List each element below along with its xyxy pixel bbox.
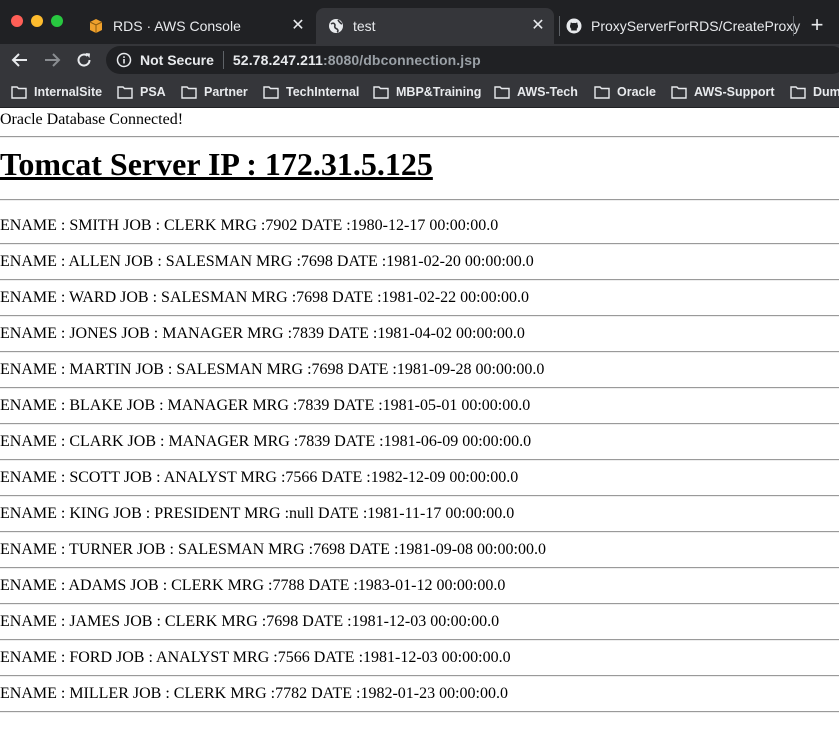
bookmark-label: Dum bbox=[813, 85, 839, 99]
new-tab-button[interactable]: + bbox=[806, 12, 828, 38]
employee-record: ENAME : WARD JOB : SALESMAN MRG :7698 DA… bbox=[0, 289, 530, 306]
aws-box-icon bbox=[88, 18, 104, 34]
connection-status: Oracle Database Connected! bbox=[0, 111, 184, 128]
tab-test[interactable]: test ✕ bbox=[316, 8, 554, 44]
divider bbox=[0, 423, 839, 425]
divider bbox=[0, 639, 839, 641]
close-window-button[interactable] bbox=[11, 15, 23, 27]
bookmark-label: AWS-Tech bbox=[517, 85, 578, 99]
minimize-window-button[interactable] bbox=[31, 15, 43, 27]
folder-icon bbox=[181, 86, 197, 99]
bookmark-label: AWS-Support bbox=[694, 85, 775, 99]
folder-icon bbox=[494, 86, 510, 99]
bookmark-folder[interactable]: Partner bbox=[181, 82, 248, 102]
github-icon bbox=[566, 18, 582, 34]
globe-icon bbox=[328, 18, 344, 34]
tab-title: RDS · AWS Console bbox=[113, 18, 241, 34]
bookmark-label: Partner bbox=[204, 85, 248, 99]
employee-record: ENAME : ADAMS JOB : CLERK MRG :7788 DATE… bbox=[0, 577, 506, 594]
bookmarks-bar: InternalSite PSA Partner TechInternal MB… bbox=[0, 76, 839, 108]
tab-strip: RDS · AWS Console ✕ test ✕ ProxyServerFo… bbox=[0, 0, 839, 44]
bookmark-folder[interactable]: Dum bbox=[790, 82, 839, 102]
employee-record: ENAME : BLAKE JOB : MANAGER MRG :7839 DA… bbox=[0, 397, 531, 414]
close-tab-icon[interactable]: ✕ bbox=[290, 18, 306, 34]
tab-github-proxy[interactable]: ProxyServerForRDS/CreateProxy bbox=[566, 8, 828, 44]
employee-record: ENAME : JAMES JOB : CLERK MRG :7698 DATE… bbox=[0, 613, 500, 630]
employee-record: ENAME : FORD JOB : ANALYST MRG :7566 DAT… bbox=[0, 649, 511, 666]
browser-toolbar: Not Secure 52.78.247.211 :8080/dbconnect… bbox=[0, 44, 839, 76]
divider bbox=[0, 243, 839, 245]
maximize-window-button[interactable] bbox=[51, 15, 63, 27]
bookmark-folder[interactable]: AWS-Tech bbox=[494, 82, 578, 102]
url-host: 52.78.247.211 bbox=[232, 52, 323, 68]
tab-title: test bbox=[353, 18, 376, 34]
divider bbox=[0, 603, 839, 605]
page-content: Oracle Database Connected! Tomcat Server… bbox=[0, 108, 839, 731]
bookmark-label: PSA bbox=[140, 85, 166, 99]
employee-record: ENAME : CLARK JOB : MANAGER MRG :7839 DA… bbox=[0, 433, 532, 450]
employee-record: ENAME : MARTIN JOB : SALESMAN MRG :7698 … bbox=[0, 361, 545, 378]
folder-icon bbox=[11, 86, 27, 99]
close-tab-icon[interactable]: ✕ bbox=[530, 18, 546, 34]
address-divider bbox=[222, 51, 224, 69]
employee-record: ENAME : KING JOB : PRESIDENT MRG :null D… bbox=[0, 505, 515, 522]
divider bbox=[0, 531, 839, 533]
bookmark-folder[interactable]: Oracle bbox=[594, 82, 656, 102]
employee-record: ENAME : JONES JOB : MANAGER MRG :7839 DA… bbox=[0, 325, 525, 342]
address-bar[interactable]: Not Secure 52.78.247.211 :8080/dbconnect… bbox=[106, 46, 839, 74]
employee-record: ENAME : SCOTT JOB : ANALYST MRG :7566 DA… bbox=[0, 469, 519, 486]
divider bbox=[0, 567, 839, 569]
divider bbox=[0, 387, 839, 389]
folder-icon bbox=[594, 86, 610, 99]
divider bbox=[0, 495, 839, 497]
folder-icon bbox=[373, 86, 389, 99]
bookmark-folder[interactable]: InternalSite bbox=[11, 82, 102, 102]
bookmark-label: Oracle bbox=[617, 85, 656, 99]
divider bbox=[0, 459, 839, 461]
security-label[interactable]: Not Secure bbox=[140, 52, 214, 68]
tab-divider bbox=[559, 16, 560, 36]
tab-rds-console[interactable]: RDS · AWS Console ✕ bbox=[88, 8, 310, 44]
bookmark-label: TechInternal bbox=[286, 85, 360, 99]
folder-icon bbox=[671, 86, 687, 99]
page-title: Tomcat Server IP : 172.31.5.125 bbox=[0, 146, 433, 182]
divider bbox=[0, 279, 839, 281]
tab-divider bbox=[793, 16, 794, 36]
bookmark-folder[interactable]: PSA bbox=[117, 82, 166, 102]
employee-record: ENAME : ALLEN JOB : SALESMAN MRG :7698 D… bbox=[0, 253, 534, 270]
divider bbox=[0, 351, 839, 353]
bookmark-folder[interactable]: TechInternal bbox=[263, 82, 359, 102]
divider bbox=[0, 315, 839, 317]
divider bbox=[0, 711, 839, 713]
bookmark-label: InternalSite bbox=[34, 85, 103, 99]
divider bbox=[0, 199, 839, 201]
reload-icon[interactable] bbox=[72, 48, 96, 72]
info-icon[interactable] bbox=[116, 52, 132, 68]
bookmark-folder[interactable]: AWS-Support bbox=[671, 82, 775, 102]
folder-icon bbox=[263, 86, 279, 99]
folder-icon bbox=[117, 86, 133, 99]
forward-arrow-icon[interactable] bbox=[40, 48, 64, 72]
folder-icon bbox=[790, 86, 806, 99]
employee-record: ENAME : TURNER JOB : SALESMAN MRG :7698 … bbox=[0, 541, 546, 558]
url-path: :8080/dbconnection.jsp bbox=[322, 52, 481, 68]
bookmark-label: MBP&Training bbox=[396, 85, 482, 99]
divider bbox=[0, 136, 839, 138]
employee-record: ENAME : SMITH JOB : CLERK MRG :7902 DATE… bbox=[0, 217, 499, 234]
employee-record: ENAME : MILLER JOB : CLERK MRG :7782 DAT… bbox=[0, 685, 508, 702]
bookmark-folder[interactable]: MBP&Training bbox=[373, 82, 481, 102]
back-arrow-icon[interactable] bbox=[8, 48, 32, 72]
divider bbox=[0, 675, 839, 677]
